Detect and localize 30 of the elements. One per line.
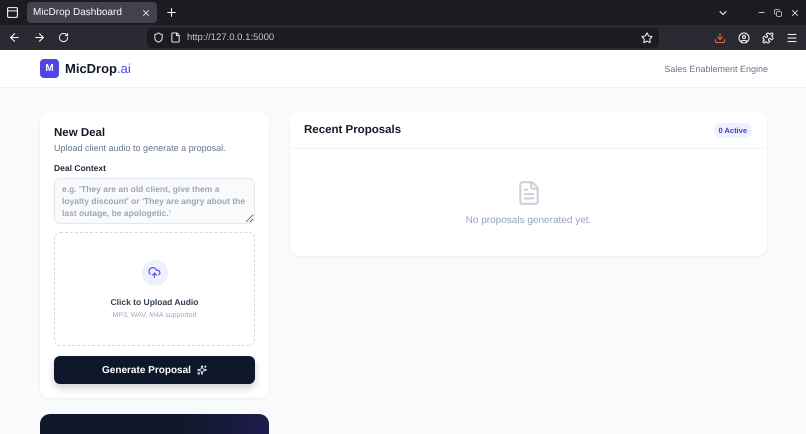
brand-name: MicDrop.ai (65, 61, 131, 76)
restore-icon[interactable] (774, 8, 782, 16)
empty-message: No proposals generated yet. (466, 214, 592, 226)
tagline: Sales Enablement Engine (664, 64, 768, 74)
browser-tab[interactable]: MicDrop Dashboard (27, 2, 157, 23)
account-icon[interactable] (738, 32, 750, 44)
card-title: New Deal (54, 127, 106, 139)
close-icon[interactable] (790, 8, 800, 18)
tab-overview-icon[interactable] (6, 6, 19, 19)
upload-title: Click to Upload Audio (110, 296, 198, 306)
bookmark-star-icon[interactable] (641, 32, 653, 44)
extensions-icon[interactable] (762, 32, 774, 44)
generate-proposal-button[interactable]: Generate Proposal (54, 356, 255, 384)
new-tab-icon[interactable] (165, 6, 178, 19)
reload-icon[interactable] (58, 32, 69, 43)
page-icon (170, 32, 181, 43)
field-label: Deal Context (54, 163, 107, 173)
back-icon[interactable] (8, 31, 21, 44)
menu-icon[interactable] (786, 32, 798, 44)
deal-context-field[interactable]: e.g. 'They are an old client, give them a loyalty discount' or 'They are angry about the last outage, be apologetic.' (54, 178, 255, 224)
upload-cloud-icon (142, 260, 168, 286)
forward-icon[interactable] (33, 31, 46, 44)
logo-icon: M (40, 59, 59, 78)
download-icon[interactable] (714, 32, 726, 44)
shield-icon (153, 32, 164, 43)
close-icon[interactable] (141, 8, 151, 18)
card-subtitle: Upload client audio to generate a proposal. (54, 143, 227, 153)
address-bar[interactable]: http://127.0.0.1:5000 (147, 28, 659, 48)
sparkle-icon (196, 365, 207, 375)
card-title: Recent Proposals (304, 124, 402, 136)
